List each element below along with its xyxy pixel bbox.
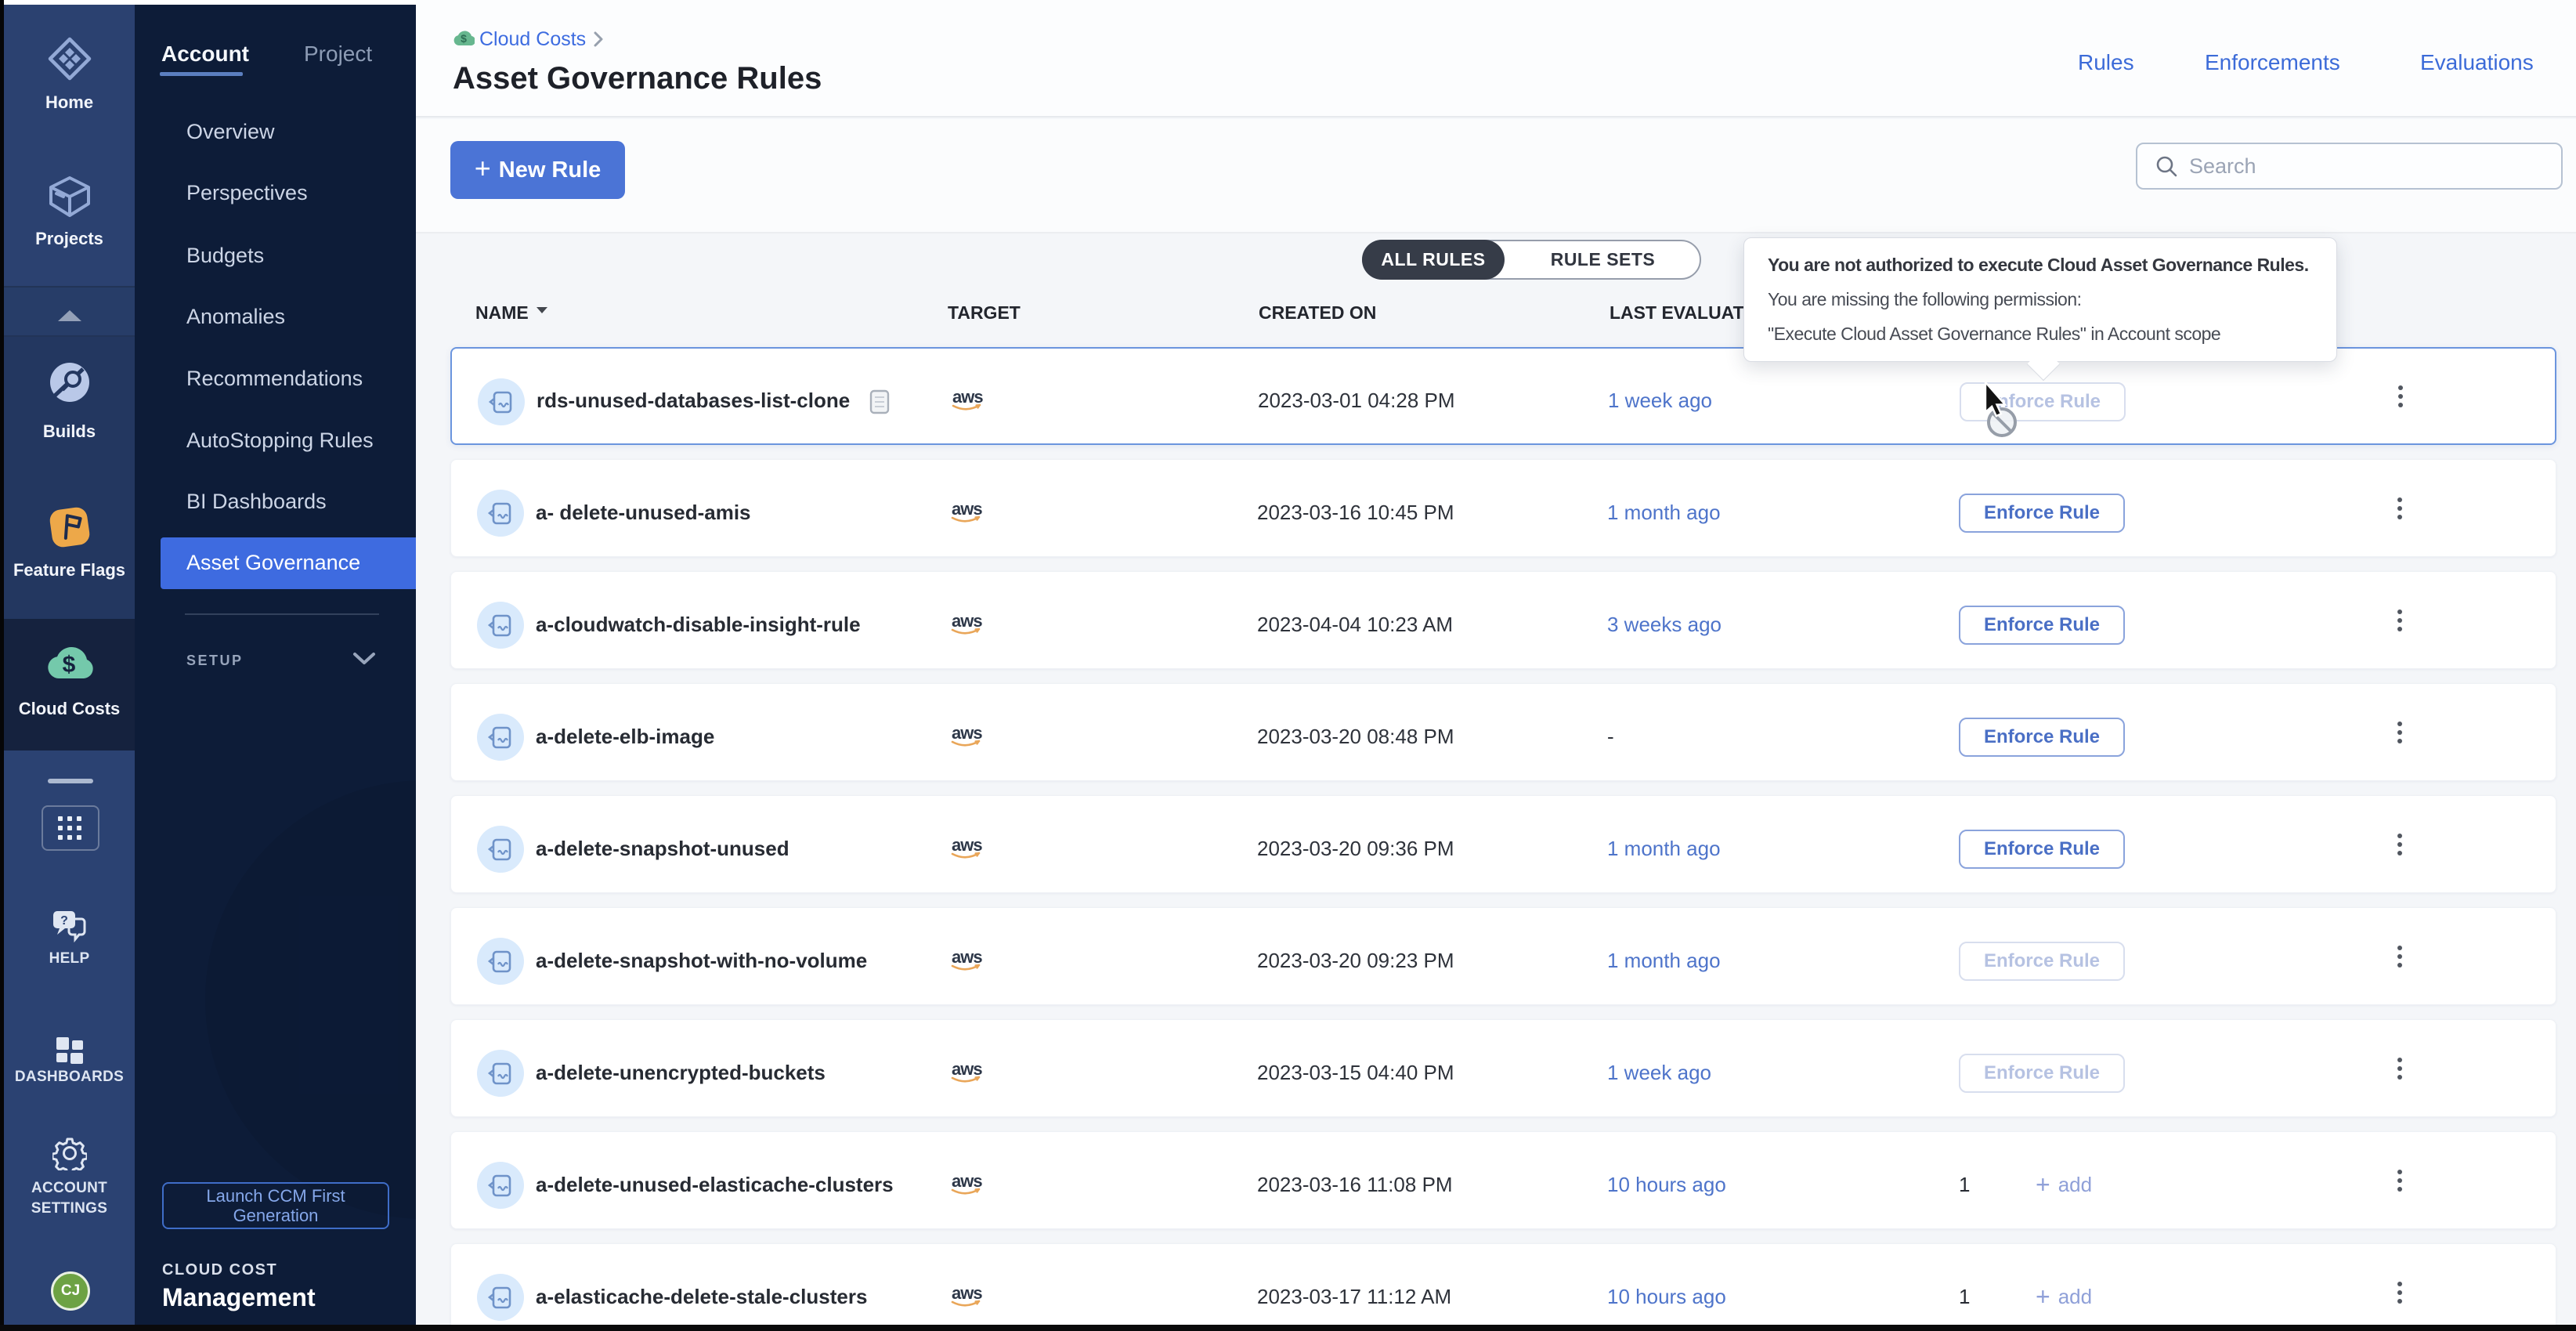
- svg-text:aws: aws: [952, 501, 982, 519]
- svg-text:aws: aws: [952, 1285, 982, 1303]
- svg-text:aws: aws: [952, 837, 982, 855]
- svg-text:?: ?: [60, 914, 68, 928]
- svg-text:$: $: [62, 652, 75, 678]
- svg-text:aws: aws: [952, 389, 983, 407]
- svg-text:aws: aws: [952, 1061, 982, 1079]
- svg-text:aws: aws: [952, 725, 982, 743]
- svg-text:aws: aws: [952, 613, 982, 631]
- svg-text:aws: aws: [952, 1173, 982, 1191]
- svg-text:$: $: [461, 32, 467, 45]
- svg-text:aws: aws: [952, 949, 982, 967]
